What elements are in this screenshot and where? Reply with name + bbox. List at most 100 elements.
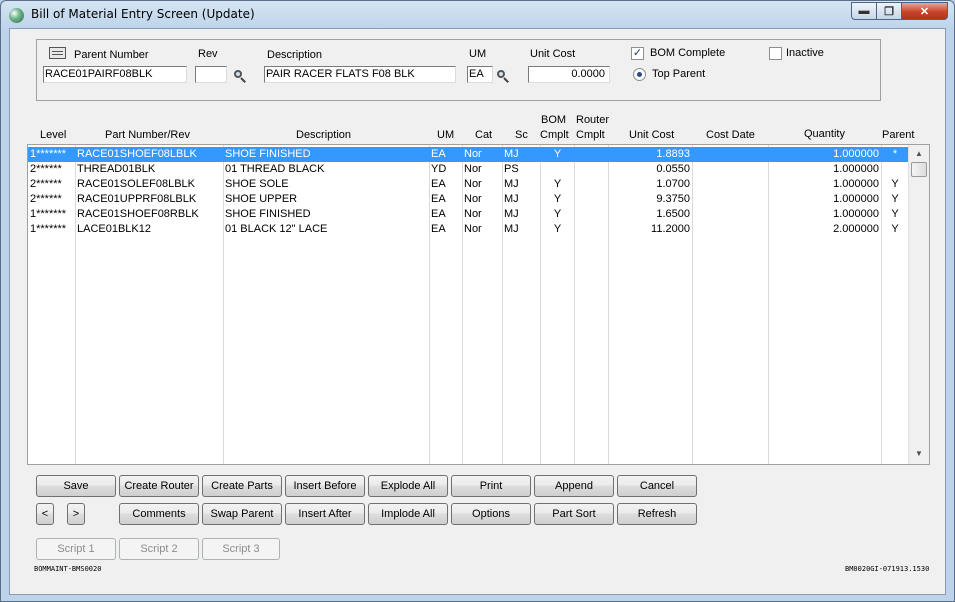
previous-button[interactable]: < — [36, 503, 54, 525]
col-um[interactable]: UM — [437, 129, 454, 141]
cell-level[interactable]: 1******* — [30, 148, 74, 162]
card-icon[interactable] — [49, 47, 66, 59]
comments-button[interactable]: Comments — [119, 503, 199, 525]
cell-description[interactable]: 01 THREAD BLACK — [225, 163, 427, 177]
cell-sc[interactable]: MJ — [504, 208, 538, 222]
col-description[interactable]: Description — [296, 129, 351, 141]
cell-bom[interactable]: Y — [542, 148, 573, 162]
cell-parent[interactable]: Y — [883, 223, 907, 237]
cell-cat[interactable]: Nor — [464, 193, 500, 207]
col-sc[interactable]: Sc — [515, 129, 528, 141]
col-cat[interactable]: Cat — [475, 129, 492, 141]
cell-level[interactable]: 1******* — [30, 208, 74, 222]
restore-button[interactable]: ❐ — [877, 2, 902, 20]
print-button[interactable]: Print — [451, 475, 531, 497]
title-bar[interactable]: Bill of Material Entry Screen (Update) ▬… — [1, 1, 954, 29]
scroll-thumb[interactable] — [911, 162, 927, 177]
insert-after-button[interactable]: Insert After — [285, 503, 365, 525]
cell-part[interactable]: RACE01SHOEF08RBLK — [77, 208, 221, 222]
cell-parent[interactable] — [883, 163, 907, 177]
cell-unit-cost[interactable]: 11.2000 — [610, 223, 690, 237]
cell-unit-cost[interactable]: 1.8893 — [610, 148, 690, 162]
cell-router[interactable] — [576, 178, 607, 192]
table-row[interactable]: 2****** THREAD01BLK 01 THREAD BLACK YD Nor PS… — [28, 162, 908, 177]
bom-lines-grid[interactable]: 1******* RACE01SHOEF08LBLK SHOE FINISHED EA… — [27, 144, 930, 465]
cell-parent[interactable]: Y — [883, 193, 907, 207]
cell-router[interactable] — [576, 148, 607, 162]
cell-quantity[interactable]: 1.000000 — [770, 193, 879, 207]
cell-part[interactable]: RACE01SHOEF08LBLK — [77, 148, 221, 162]
col-part-number[interactable]: Part Number/Rev — [105, 129, 190, 141]
col-parent[interactable]: Parent — [882, 129, 914, 141]
cell-part[interactable]: LACE01BLK12 — [77, 223, 221, 237]
table-row[interactable]: 2****** RACE01SOLEF08LBLK SHOE SOLE EA Nor MJ… — [28, 177, 908, 192]
minimize-button[interactable]: ▬ — [851, 2, 877, 20]
table-row[interactable]: 1******* RACE01SHOEF08RBLK SHOE FINISHED EA… — [28, 207, 908, 222]
cell-cost-date[interactable] — [694, 193, 766, 207]
save-button[interactable]: Save — [36, 475, 116, 497]
rev-field[interactable] — [195, 66, 227, 83]
cell-quantity[interactable]: 1.000000 — [770, 163, 879, 177]
create-router-button[interactable]: Create Router — [119, 475, 199, 497]
swap-parent-button[interactable]: Swap Parent — [202, 503, 282, 525]
top-parent-radio[interactable] — [633, 68, 646, 81]
cancel-button[interactable]: Cancel — [617, 475, 697, 497]
vertical-scrollbar[interactable]: ▲ ▼ — [908, 145, 929, 464]
cell-unit-cost[interactable]: 9.3750 — [610, 193, 690, 207]
cell-level[interactable]: 2****** — [30, 178, 74, 192]
cell-parent[interactable]: Y — [883, 178, 907, 192]
append-button[interactable]: Append — [534, 475, 614, 497]
cell-um[interactable]: EA — [431, 148, 461, 162]
cell-router[interactable] — [576, 163, 607, 177]
inactive-checkbox[interactable] — [769, 47, 782, 60]
cell-unit-cost[interactable]: 1.6500 — [610, 208, 690, 222]
part-sort-button[interactable]: Part Sort — [534, 503, 614, 525]
cell-bom[interactable]: Y — [542, 223, 573, 237]
cell-cat[interactable]: Nor — [464, 208, 500, 222]
cell-cost-date[interactable] — [694, 208, 766, 222]
cell-cost-date[interactable] — [694, 178, 766, 192]
cell-description[interactable]: SHOE UPPER — [225, 193, 427, 207]
cell-cost-date[interactable] — [694, 223, 766, 237]
cell-bom[interactable]: Y — [542, 193, 573, 207]
script-1-button[interactable]: Script 1 — [36, 538, 116, 560]
cell-sc[interactable]: MJ — [504, 178, 538, 192]
cell-parent[interactable]: Y — [883, 208, 907, 222]
cell-sc[interactable]: MJ — [504, 193, 538, 207]
col-router-cmplt-line1[interactable]: Router — [576, 114, 609, 126]
col-level[interactable]: Level — [40, 129, 66, 141]
description-field[interactable]: PAIR RACER FLATS F08 BLK — [264, 66, 456, 83]
cell-description[interactable]: SHOE SOLE — [225, 178, 427, 192]
cell-cost-date[interactable] — [694, 148, 766, 162]
cell-level[interactable]: 2****** — [30, 193, 74, 207]
unit-cost-field[interactable]: 0.0000 — [528, 66, 610, 83]
cell-bom[interactable]: Y — [542, 178, 573, 192]
um-field[interactable]: EA — [467, 66, 493, 83]
refresh-button[interactable]: Refresh — [617, 503, 697, 525]
cell-cost-date[interactable] — [694, 163, 766, 177]
script-3-button[interactable]: Script 3 — [202, 538, 280, 560]
explode-all-button[interactable]: Explode All — [368, 475, 448, 497]
close-button[interactable]: ✕ — [902, 2, 948, 20]
rev-search-icon[interactable] — [233, 69, 247, 83]
bom-complete-checkbox[interactable]: ✓ — [631, 47, 644, 60]
cell-part[interactable]: THREAD01BLK — [77, 163, 221, 177]
scroll-up-icon[interactable]: ▲ — [909, 145, 929, 162]
cell-um[interactable]: EA — [431, 193, 461, 207]
table-row[interactable]: 2****** RACE01UPPRF08LBLK SHOE UPPER EA Nor M… — [28, 192, 908, 207]
cell-um[interactable]: YD — [431, 163, 461, 177]
cell-cat[interactable]: Nor — [464, 178, 500, 192]
cell-bom[interactable]: Y — [542, 208, 573, 222]
scroll-down-icon[interactable]: ▼ — [909, 445, 929, 462]
cell-cat[interactable]: Nor — [464, 148, 500, 162]
cell-quantity[interactable]: 1.000000 — [770, 148, 879, 162]
cell-unit-cost[interactable]: 1.0700 — [610, 178, 690, 192]
options-button[interactable]: Options — [451, 503, 531, 525]
cell-sc[interactable]: MJ — [504, 148, 538, 162]
script-2-button[interactable]: Script 2 — [119, 538, 199, 560]
cell-description[interactable]: SHOE FINISHED — [225, 148, 427, 162]
cell-um[interactable]: EA — [431, 178, 461, 192]
cell-router[interactable] — [576, 193, 607, 207]
parent-number-field[interactable]: RACE01PAIRF08BLK — [43, 66, 187, 83]
cell-part[interactable]: RACE01SOLEF08LBLK — [77, 178, 221, 192]
